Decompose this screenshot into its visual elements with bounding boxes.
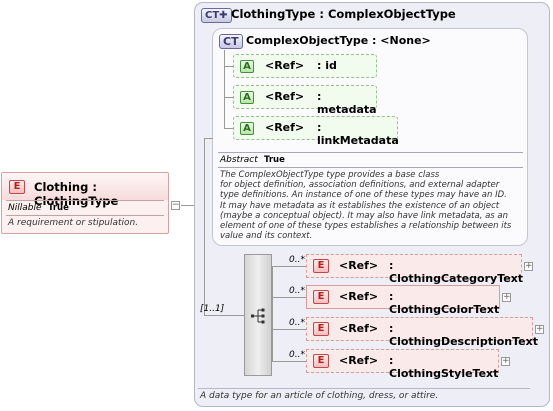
attribute-id[interactable]: A <Ref> : id — [233, 54, 377, 78]
element-name: : ClothingColorText — [389, 290, 500, 316]
element-ref: <Ref> — [339, 322, 379, 335]
element-clothing-category-text[interactable]: E <Ref> : ClothingCategoryText — [306, 254, 523, 285]
sequence-multiplicity: [1..1] — [200, 304, 225, 314]
attribute-link-metadata[interactable]: A <Ref> : linkMetadata — [233, 116, 399, 147]
complex-object-type-title: ComplexObjectType : <None> — [246, 34, 431, 47]
attribute-name: : id — [317, 59, 337, 72]
complex-object-type-description: The ComplexObjectType type provides a ba… — [220, 170, 512, 242]
element-multiplicity: 0..* — [289, 350, 305, 360]
element-ref: <Ref> — [339, 259, 379, 272]
clothing-type-title: ClothingType : ComplexObjectType — [231, 7, 456, 21]
element-icon: E — [9, 180, 25, 194]
abstract-value: True — [264, 155, 285, 165]
element-icon: E — [313, 354, 329, 368]
sequence-compositor[interactable] — [244, 254, 272, 376]
abstract-label: Abstract — [220, 155, 258, 165]
element-ref: <Ref> — [339, 354, 379, 367]
nillable-label: Nillable — [8, 203, 42, 213]
element-icon: E — [313, 259, 329, 273]
connector-inheritance — [204, 138, 205, 315]
complex-type-icon: CT — [219, 34, 243, 49]
attribute-icon: A — [240, 91, 254, 104]
element-icon: E — [313, 290, 329, 304]
element-name: : ClothingCategoryText — [389, 259, 524, 285]
element-multiplicity: 0..* — [289, 286, 305, 296]
element-name: : ClothingDescriptionText — [389, 322, 538, 348]
element-name: : ClothingStyleText — [389, 354, 499, 380]
clothing-type-description: A data type for an article of clothing, … — [200, 391, 439, 401]
nillable-value: True — [48, 203, 69, 213]
attribute-tree-line — [224, 50, 225, 128]
clothing-element-description: A requirement or stipulation. — [8, 218, 139, 228]
attribute-icon: A — [240, 122, 254, 135]
attribute-icon: A — [240, 60, 254, 73]
element-clothing-style-text[interactable]: E <Ref> : ClothingStyleText — [306, 349, 499, 380]
attribute-name: : linkMetadata — [317, 121, 399, 147]
plus-icon[interactable]: + — [501, 357, 510, 366]
attribute-metadata[interactable]: A <Ref> : metadata — [233, 85, 377, 116]
element-multiplicity: 0..* — [289, 255, 305, 265]
element-icon: E — [313, 322, 329, 336]
plus-icon[interactable]: + — [502, 293, 511, 302]
attribute-ref: <Ref> — [265, 121, 305, 134]
attribute-name: : metadata — [317, 90, 377, 116]
minus-icon[interactable]: − — [171, 201, 180, 210]
attribute-ref: <Ref> — [265, 59, 305, 72]
plus-icon[interactable]: + — [524, 262, 533, 271]
element-multiplicity: 0..* — [289, 318, 305, 328]
element-clothing-description-text[interactable]: E <Ref> : ClothingDescriptionText — [306, 317, 538, 348]
clothing-element-box[interactable]: E Clothing : ClothingType Nillable True … — [1, 172, 169, 234]
connector-element-to-type — [181, 205, 194, 206]
attribute-ref: <Ref> — [265, 90, 305, 103]
element-ref: <Ref> — [339, 290, 379, 303]
plus-icon[interactable]: + — [535, 325, 544, 334]
sequence-icon — [251, 308, 265, 324]
complex-type-expand-icon[interactable]: CT✚ — [201, 8, 232, 23]
element-clothing-color-text[interactable]: E <Ref> : ClothingColorText — [306, 285, 500, 316]
